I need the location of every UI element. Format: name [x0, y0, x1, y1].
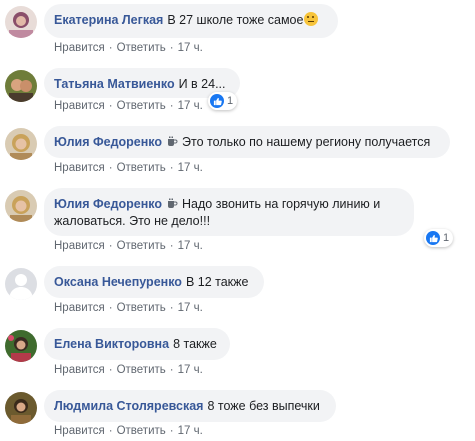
- comment-actions: Нравится · Ответить · 17 ч.: [54, 425, 203, 437]
- comment-bubble: Людмила Столяревская 8 тоже без выпечки: [44, 390, 336, 422]
- comment-text: В 12 также: [185, 275, 249, 289]
- comment-actions: Нравится · Ответить · 17 ч.: [54, 42, 203, 54]
- like-icon: [210, 94, 224, 108]
- comment-time[interactable]: 17 ч.: [178, 42, 203, 54]
- comment-author[interactable]: Оксана Нечепуренко: [54, 275, 182, 289]
- like-icon: [426, 231, 440, 245]
- comment-text: Это только по нашему региону получается: [182, 135, 431, 149]
- comment-bubble: Екатерина Легкая В 27 школе тоже самое: [44, 4, 338, 38]
- comment-bubble: Оксана Нечепуренко В 12 также: [44, 266, 264, 298]
- comment-bubble: Елена Викторовна 8 также: [44, 328, 230, 360]
- comment-time[interactable]: 17 ч.: [178, 162, 203, 174]
- thinking-emoji-icon: [304, 12, 319, 26]
- avatar[interactable]: [5, 128, 37, 160]
- comment-text: В 27 школе тоже самое: [167, 13, 304, 27]
- reply-link[interactable]: Ответить: [117, 425, 166, 437]
- comment-actions: Нравится · Ответить · 17 ч.: [54, 162, 203, 174]
- comment-time[interactable]: 17 ч.: [178, 364, 203, 376]
- comment-text: 8 также: [173, 337, 217, 351]
- like-link[interactable]: Нравится: [54, 240, 105, 252]
- reply-link[interactable]: Ответить: [117, 302, 166, 314]
- comment-time[interactable]: 17 ч.: [178, 240, 203, 252]
- avatar[interactable]: [5, 268, 37, 300]
- reply-link[interactable]: Ответить: [117, 364, 166, 376]
- comment-author[interactable]: Юлия Федоренко: [54, 197, 162, 211]
- avatar[interactable]: [5, 190, 37, 222]
- reaction-number: 1: [443, 232, 450, 244]
- like-link[interactable]: Нравится: [54, 100, 105, 112]
- like-link[interactable]: Нравится: [54, 42, 105, 54]
- coffee-cup-icon: [168, 136, 178, 146]
- comment-text-line2: жаловаться. Это не дело!!!: [54, 214, 211, 228]
- like-link[interactable]: Нравится: [54, 364, 105, 376]
- like-link[interactable]: Нравится: [54, 162, 105, 174]
- comment-author[interactable]: Татьяна Матвиенко: [54, 77, 175, 91]
- comment-author[interactable]: Людмила Столяревская: [54, 399, 203, 413]
- reply-link[interactable]: Ответить: [117, 100, 166, 112]
- comment-author[interactable]: Юлия Федоренко: [54, 135, 162, 149]
- like-link[interactable]: Нравится: [54, 425, 105, 437]
- coffee-cup-icon: [168, 198, 178, 208]
- comment-author[interactable]: Елена Викторовна: [54, 337, 169, 351]
- reply-link[interactable]: Ответить: [117, 42, 166, 54]
- avatar[interactable]: [5, 330, 37, 362]
- comment-actions: Нравится · Ответить · 17 ч.: [54, 302, 203, 314]
- comment-time[interactable]: 17 ч.: [178, 425, 203, 437]
- reply-link[interactable]: Ответить: [117, 240, 166, 252]
- comment-text: 8 тоже без выпечки: [207, 399, 320, 413]
- comment-actions: Нравится · Ответить · 17 ч.: [54, 240, 203, 252]
- comment-author[interactable]: Екатерина Легкая: [54, 13, 163, 27]
- comment-actions: Нравится · Ответить · 17 ч.: [54, 100, 203, 112]
- comment-actions: Нравится · Ответить · 17 ч.: [54, 364, 203, 376]
- like-link[interactable]: Нравится: [54, 302, 105, 314]
- reaction-count[interactable]: 1: [208, 92, 238, 110]
- comment-time[interactable]: 17 ч.: [178, 100, 203, 112]
- comment-text: Надо звонить на горячую линию и: [182, 197, 381, 211]
- avatar[interactable]: [5, 70, 37, 102]
- comment-time[interactable]: 17 ч.: [178, 302, 203, 314]
- comment-bubble: Юлия Федоренко Это только по нашему регио…: [44, 126, 450, 158]
- reaction-number: 1: [227, 95, 234, 107]
- comment-bubble: Юлия Федоренко Надо звонить на горячую ли…: [44, 188, 414, 236]
- avatar[interactable]: [5, 392, 37, 424]
- reaction-count[interactable]: 1: [424, 229, 454, 247]
- avatar[interactable]: [5, 6, 37, 38]
- comment-text: И в 24...: [178, 77, 226, 91]
- reply-link[interactable]: Ответить: [117, 162, 166, 174]
